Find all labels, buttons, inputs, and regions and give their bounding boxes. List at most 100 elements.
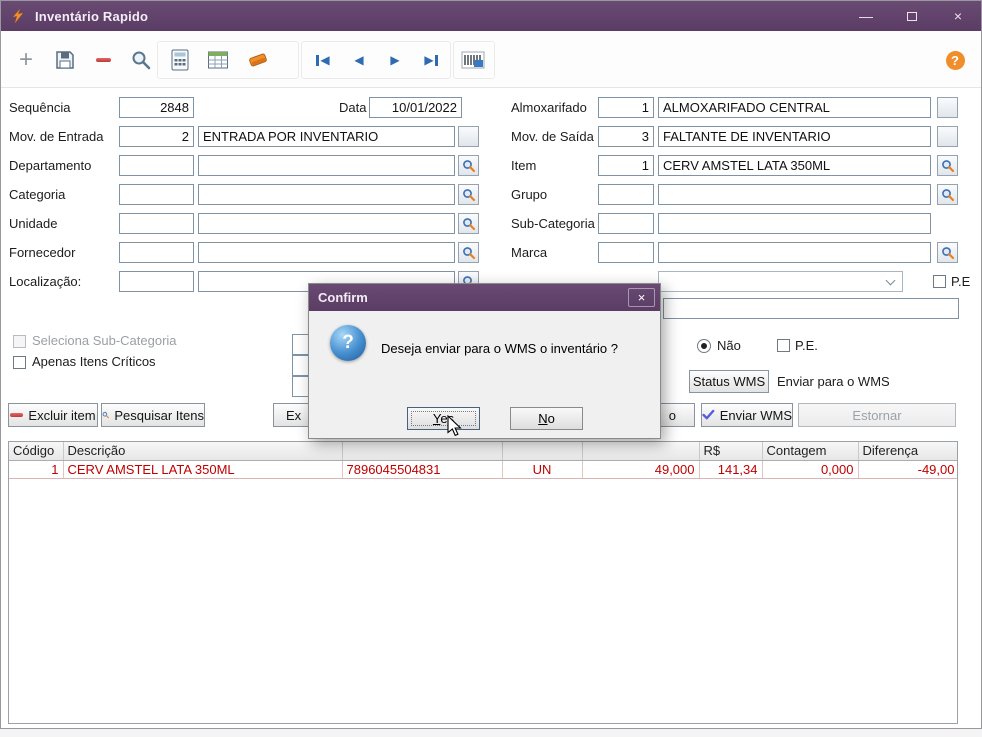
last-record-icon: ▶ [424,54,438,66]
departamento-code-field[interactable] [119,155,194,176]
toolbar: + ◀ ◀ ▶ ▶ ? [1,31,981,88]
mov-saida-desc-field[interactable]: FALTANTE DE INVENTARIO [658,126,931,147]
titlebar[interactable]: Inventário Rapido — × [1,1,981,31]
categoria-lookup-button[interactable] [458,184,479,205]
mov-saida-code-field[interactable]: 3 [598,126,654,147]
sequencia-field[interactable]: 2848 [119,97,194,118]
enviar-wms-button[interactable]: Enviar WMS [701,403,793,427]
pesquisar-itens-button[interactable]: Pesquisar Itens [101,403,205,427]
table-row[interactable]: 1 CERV AMSTEL LATA 350ML 7896045504831 U… [9,460,957,479]
first-record-icon: ◀ [316,54,330,66]
wide-text-field[interactable] [663,298,959,319]
col-header-5[interactable] [582,442,700,461]
close-icon: × [637,290,646,305]
item-desc-field[interactable]: CERV AMSTEL LATA 350ML [658,155,931,176]
col-header-diferenca[interactable]: Diferença [858,442,957,461]
sub-categoria-desc-field[interactable] [658,213,931,234]
magnifier-icon [462,217,475,230]
eraser-button[interactable] [242,44,274,76]
radio-nao[interactable] [697,339,711,353]
pesquisar-itens-label: Pesquisar Itens [114,407,204,423]
pe-checkbox-label: P.E. [795,338,818,353]
fornecedor-code-field[interactable] [119,242,194,263]
pe-checkbox[interactable] [777,339,790,352]
fornecedor-lookup-button[interactable] [458,242,479,263]
departamento-desc-field[interactable] [198,155,455,176]
status-wms-button[interactable]: Status WMS [689,370,769,393]
close-button[interactable]: × [935,1,981,31]
seleciona-sub-categoria-checkbox [13,335,26,348]
magnifier-icon [102,411,109,419]
nav-prev-button[interactable]: ◀ [343,44,375,76]
cell-contagem: 0,000 [762,460,859,479]
data-field[interactable]: 10/01/2022 [369,97,462,118]
departamento-lookup-button[interactable] [458,155,479,176]
unidade-lookup-button[interactable] [458,213,479,234]
barcode-button[interactable] [457,44,489,76]
col-header-4[interactable] [502,442,583,461]
unidade-code-field[interactable] [119,213,194,234]
excluir-item-button[interactable]: Excluir item [8,403,98,427]
mov-entrada-button[interactable] [458,126,479,147]
sub-categoria-code-field[interactable] [598,213,654,234]
apenas-itens-criticos-checkbox[interactable] [13,356,26,369]
item-lookup-button[interactable] [937,155,958,176]
almoxarifado-button[interactable] [937,97,958,118]
localizacao-code-field[interactable] [119,271,194,292]
check-icon [702,409,715,420]
yes-button[interactable]: Yes [407,407,480,430]
items-grid: Código Descrição R$ Contagem Diferença 1… [8,441,958,724]
col-header-codigo[interactable]: Código [9,442,64,461]
dialog-message: Deseja enviar para o WMS o inventário ? [381,341,619,356]
save-button[interactable] [49,44,81,76]
magnifier-icon [941,159,954,172]
dropdown-field[interactable] [658,271,903,292]
dialog-close-button[interactable]: × [628,288,655,307]
almoxarifado-desc-field[interactable]: ALMOXARIFADO CENTRAL [658,97,931,118]
add-button[interactable]: + [10,44,42,76]
col-header-contagem[interactable]: Contagem [762,442,859,461]
search-button[interactable] [125,44,157,76]
minimize-button[interactable]: — [843,1,889,31]
partial-button-left-label: Ex [286,407,302,423]
unidade-label: Unidade [9,216,58,231]
dialog-titlebar[interactable]: Confirm × [309,284,660,311]
almoxarifado-code-field[interactable]: 1 [598,97,654,118]
categoria-code-field[interactable] [119,184,194,205]
unidade-desc-field[interactable] [198,213,455,234]
grid-view-button[interactable] [202,44,234,76]
col-header-descricao[interactable]: Descrição [63,442,343,461]
nav-next-button[interactable]: ▶ [379,44,411,76]
item-code-field[interactable]: 1 [598,155,654,176]
marca-lookup-button[interactable] [937,242,958,263]
grupo-lookup-button[interactable] [937,184,958,205]
question-icon: ? [330,325,366,361]
no-button[interactable]: No [510,407,583,430]
marca-code-field[interactable] [598,242,654,263]
marca-desc-field[interactable] [658,242,931,263]
help-button[interactable]: ? [939,44,971,76]
question-glyph: ? [342,332,354,353]
fornecedor-desc-field[interactable] [198,242,455,263]
mov-entrada-desc-field[interactable]: ENTRADA POR INVENTARIO [198,126,455,147]
partial-button-right-label: o [668,407,676,423]
app-icon [12,8,24,24]
seleciona-sub-categoria-label: Seleciona Sub-Categoria [32,333,177,348]
maximize-button[interactable] [889,1,935,31]
calculator-button[interactable] [164,44,196,76]
grupo-code-field[interactable] [598,184,654,205]
col-header-rs[interactable]: R$ [699,442,763,461]
col-header-3[interactable] [342,442,503,461]
nav-last-button[interactable]: ▶ [415,44,447,76]
mov-entrada-code-field[interactable]: 2 [119,126,194,147]
delete-button[interactable] [87,44,119,76]
fornecedor-label: Fornecedor [9,245,76,260]
grid-icon [208,51,228,69]
mov-saida-button[interactable] [937,126,958,147]
pe-top-checkbox[interactable] [933,275,946,288]
grupo-desc-field[interactable] [658,184,931,205]
barcode-icon [461,51,485,69]
nav-first-button[interactable]: ◀ [307,44,339,76]
categoria-desc-field[interactable] [198,184,455,205]
dialog-title: Confirm [318,290,368,305]
